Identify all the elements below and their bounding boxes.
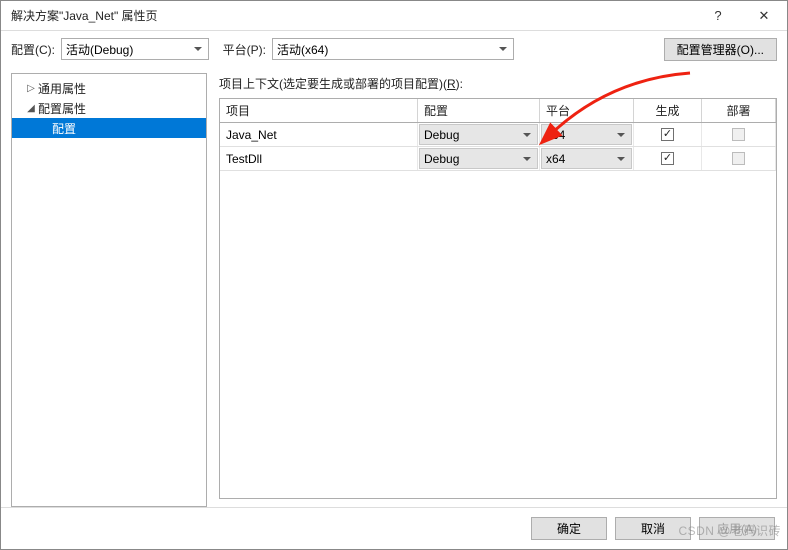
col-build[interactable]: 生成 <box>634 99 702 122</box>
tree-node-config-props[interactable]: ◢ 配置属性 <box>12 98 206 118</box>
build-checkbox[interactable]: ✓ <box>661 128 674 141</box>
toolbar: 配置(C): 活动(Debug) 平台(P): 活动(x64) 配置管理器(O)… <box>1 31 787 67</box>
config-combo-value: 活动(Debug) <box>66 41 133 58</box>
tree-view[interactable]: ▷ 通用属性 ◢ 配置属性 配置 <box>11 73 207 507</box>
config-label: 配置(C): <box>11 41 55 58</box>
footer: 确定 取消 应用(A) <box>1 507 787 549</box>
main-area: ▷ 通用属性 ◢ 配置属性 配置 项目上下文(选定要生成或部署的项目配置)(R)… <box>1 67 787 507</box>
expander-icon: ◢ <box>26 103 36 114</box>
platform-combo-value: 活动(x64) <box>277 41 328 58</box>
context-label: 项目上下文(选定要生成或部署的项目配置)(R): <box>219 75 777 92</box>
cancel-button[interactable]: 取消 <box>615 517 691 540</box>
col-project[interactable]: 项目 <box>220 99 418 122</box>
deploy-checkbox <box>732 128 745 141</box>
config-dropdown[interactable]: Debug <box>419 148 538 169</box>
platform-label: 平台(P): <box>223 41 266 58</box>
col-config[interactable]: 配置 <box>418 99 540 122</box>
window-title: 解决方案"Java_Net" 属性页 <box>11 7 695 24</box>
tree-node-common[interactable]: ▷ 通用属性 <box>12 78 206 98</box>
project-grid: 项目 配置 平台 生成 部署 Java_NetDebugx64✓TestDllD… <box>219 98 777 499</box>
deploy-checkbox <box>732 152 745 165</box>
platform-combo[interactable]: 活动(x64) <box>272 38 514 60</box>
table-row[interactable]: Java_NetDebugx64 ✓ <box>220 123 776 147</box>
apply-button[interactable]: 应用(A) <box>699 517 775 540</box>
config-manager-button[interactable]: 配置管理器(O)... <box>664 38 777 61</box>
cell-project: TestDll <box>220 147 418 170</box>
expander-icon: ▷ <box>26 83 36 94</box>
close-button[interactable]: ✕ <box>741 1 787 31</box>
cell-project: Java_Net <box>220 123 418 146</box>
content-pane: 项目上下文(选定要生成或部署的项目配置)(R): 项目 配置 平台 生成 部署 … <box>207 67 787 507</box>
help-button[interactable]: ? <box>695 1 741 31</box>
table-row[interactable]: TestDllDebugx64 ✓ <box>220 147 776 171</box>
platform-dropdown[interactable]: x64 <box>541 124 632 145</box>
config-combo[interactable]: 活动(Debug) <box>61 38 209 60</box>
platform-dropdown[interactable]: x64 <box>541 148 632 169</box>
grid-header: 项目 配置 平台 生成 部署 <box>220 99 776 123</box>
build-checkbox[interactable]: ✓ <box>661 152 674 165</box>
ok-button[interactable]: 确定 <box>531 517 607 540</box>
col-platform[interactable]: 平台 <box>540 99 634 122</box>
config-dropdown[interactable]: Debug <box>419 124 538 145</box>
tree-node-config[interactable]: 配置 <box>12 118 206 138</box>
title-bar: 解决方案"Java_Net" 属性页 ? ✕ <box>1 1 787 31</box>
col-deploy[interactable]: 部署 <box>702 99 776 122</box>
